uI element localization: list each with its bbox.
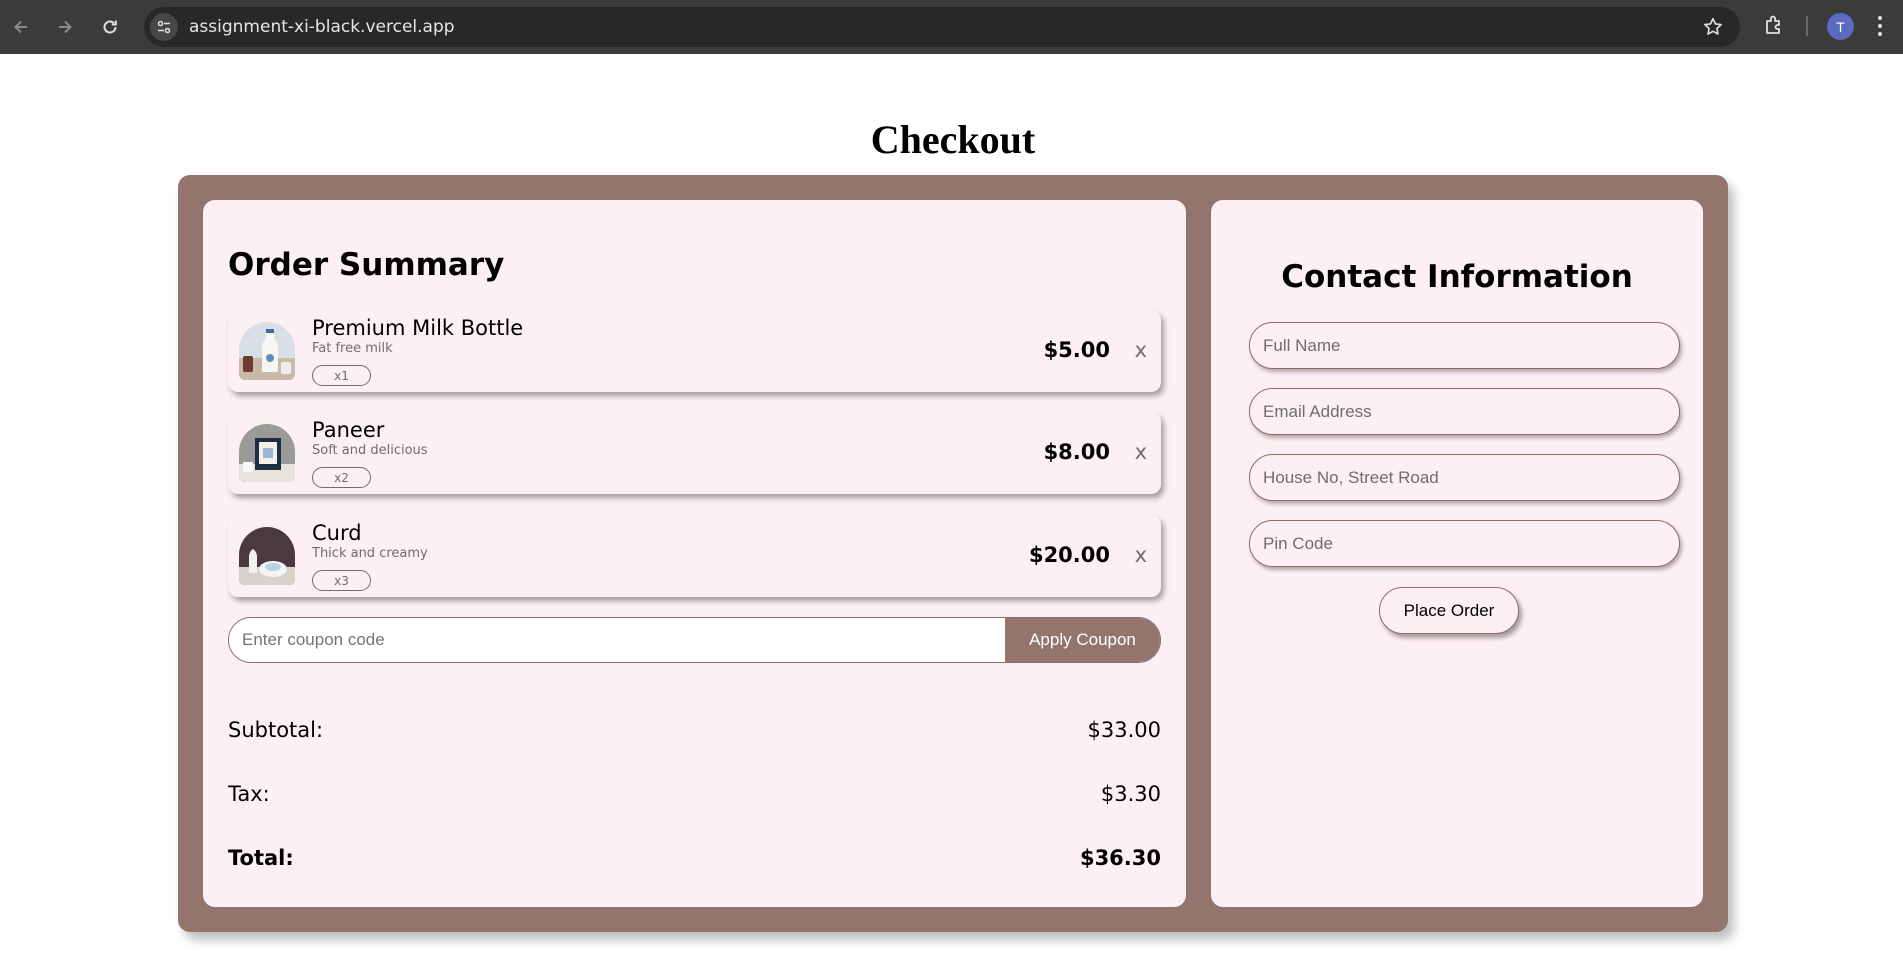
back-button[interactable]	[6, 12, 36, 42]
remove-item-button[interactable]: x	[1135, 338, 1147, 362]
item-name: Paneer	[312, 418, 385, 442]
site-settings-icon	[157, 20, 171, 34]
forward-arrow-icon	[59, 20, 72, 34]
remove-item-button[interactable]: x	[1135, 440, 1147, 464]
tax-value: $3.30	[1100, 782, 1161, 806]
cart-item: Paneer Soft and delicious x2 $8.00 x	[228, 412, 1161, 494]
browser-toolbar: assignment-xi-black.vercel.app T	[0, 0, 1903, 54]
coupon-group: Apply Coupon	[228, 617, 1161, 663]
pin-code-field[interactable]	[1249, 520, 1680, 567]
item-price: $8.00	[1043, 440, 1110, 464]
extensions-icon[interactable]	[1762, 13, 1786, 37]
item-description: Fat free milk	[312, 341, 393, 356]
bookmark-star-icon[interactable]	[1702, 16, 1724, 38]
subtotal-label: Subtotal:	[228, 718, 324, 742]
cart-item: Curd Thick and creamy x3 $20.00 x	[228, 515, 1161, 597]
coupon-input[interactable]	[229, 618, 1007, 662]
item-description: Thick and creamy	[312, 546, 428, 561]
cart-item: Premium Milk Bottle Fat free milk x1 $5.…	[228, 310, 1161, 392]
toolbar-divider	[1806, 16, 1808, 36]
contact-information-panel: Contact Information Place Order	[1211, 200, 1703, 907]
item-name: Premium Milk Bottle	[312, 316, 524, 340]
milk-bottle-product-image	[239, 322, 295, 380]
total-label: Total:	[228, 846, 294, 870]
subtotal-value: $33.00	[1087, 718, 1161, 742]
quantity-badge[interactable]: x2	[312, 467, 371, 488]
order-summary-title: Order Summary	[228, 247, 505, 283]
curd-product-image	[239, 527, 295, 585]
paneer-product-image	[239, 424, 295, 482]
apply-coupon-button[interactable]: Apply Coupon	[1005, 618, 1160, 662]
address-bar[interactable]: assignment-xi-black.vercel.app	[144, 7, 1740, 47]
checkout-container: Order Summary Premium Milk Bottle Fat fr…	[178, 175, 1728, 932]
more-menu-icon[interactable]	[1876, 14, 1884, 38]
total-value: $36.30	[1079, 846, 1161, 870]
item-name: Curd	[312, 521, 362, 545]
site-info-button[interactable]	[150, 13, 178, 41]
back-arrow-icon	[14, 20, 27, 34]
reload-icon	[103, 20, 117, 34]
forward-button[interactable]	[50, 12, 80, 42]
quantity-badge[interactable]: x1	[312, 365, 371, 386]
contact-information-title: Contact Information	[1281, 259, 1633, 295]
item-price: $20.00	[1028, 543, 1110, 567]
remove-item-button[interactable]: x	[1135, 543, 1147, 567]
order-summary-panel: Order Summary Premium Milk Bottle Fat fr…	[203, 200, 1186, 907]
reload-button[interactable]	[95, 12, 125, 42]
item-description: Soft and delicious	[312, 443, 428, 458]
url-text[interactable]: assignment-xi-black.vercel.app	[189, 17, 455, 37]
profile-avatar[interactable]: T	[1827, 13, 1854, 40]
address-field[interactable]	[1249, 454, 1680, 501]
item-price: $5.00	[1043, 338, 1110, 362]
full-name-field[interactable]	[1249, 322, 1680, 369]
place-order-button[interactable]: Place Order	[1379, 587, 1519, 634]
page-title: Checkout	[870, 117, 1036, 162]
email-field[interactable]	[1249, 388, 1680, 435]
quantity-badge[interactable]: x3	[312, 570, 371, 591]
tax-label: Tax:	[228, 782, 270, 806]
